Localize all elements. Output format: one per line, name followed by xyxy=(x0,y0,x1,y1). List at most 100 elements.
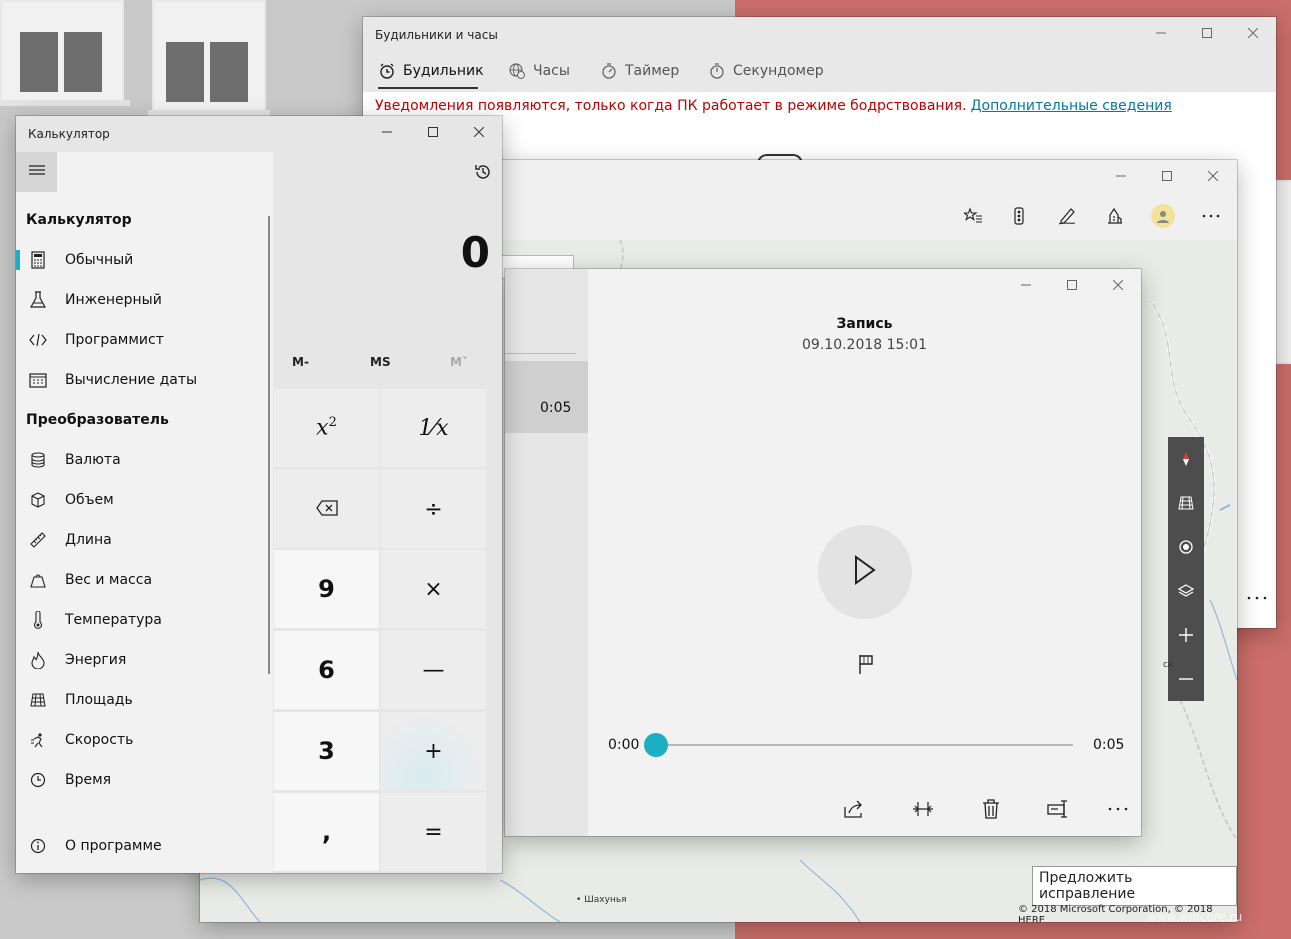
play-button[interactable] xyxy=(818,525,912,619)
nav-item-energy[interactable]: Энергия xyxy=(16,640,266,680)
seek-thumb[interactable] xyxy=(644,733,668,757)
recording-date: 09.10.2018 15:01 xyxy=(802,337,927,353)
map-place-label: ск xyxy=(1163,660,1174,670)
3d-cities-icon[interactable] xyxy=(1104,205,1126,227)
seek-track[interactable] xyxy=(655,744,1073,746)
section-heading-converter: Преобразователь xyxy=(26,412,169,428)
nav-item-length[interactable]: Длина xyxy=(16,520,266,560)
delete-icon[interactable] xyxy=(978,796,1004,822)
reciprocal-button[interactable]: 1⁄x xyxy=(381,389,486,467)
minimize-button[interactable] xyxy=(1098,160,1144,192)
nav-item-temperature[interactable]: Температура xyxy=(16,600,266,640)
nav-item-time[interactable]: Время xyxy=(16,760,266,800)
more-icon[interactable] xyxy=(1200,205,1222,227)
tilt-icon[interactable] xyxy=(1168,481,1204,525)
divide-button[interactable]: ÷ xyxy=(381,470,486,548)
close-button[interactable] xyxy=(456,116,502,148)
more-icon[interactable] xyxy=(1237,583,1277,613)
nav-item-speed[interactable]: Скорость xyxy=(16,720,266,760)
area-icon xyxy=(29,691,47,709)
map-controls xyxy=(1168,437,1204,701)
section-heading-calculator: Калькулятор xyxy=(26,212,132,228)
maximize-button[interactable] xyxy=(1144,160,1190,192)
tab-label: Часы xyxy=(533,63,570,79)
nav-item-about[interactable]: О программе xyxy=(16,826,266,866)
account-icon[interactable] xyxy=(1151,204,1175,228)
close-button[interactable] xyxy=(1190,160,1236,192)
wallpaper-window xyxy=(0,0,124,104)
layers-icon[interactable] xyxy=(1168,569,1204,613)
minimize-button[interactable] xyxy=(364,116,410,148)
flag-icon xyxy=(857,654,875,678)
favorites-icon[interactable] xyxy=(962,205,984,227)
cube-icon xyxy=(29,491,47,509)
digit-9-button[interactable]: 9 xyxy=(274,550,379,628)
compass-icon[interactable] xyxy=(1168,437,1204,481)
memory-subtract-button[interactable]: M- xyxy=(292,355,309,369)
window-title: Будильники и часы xyxy=(375,28,498,42)
backspace-icon xyxy=(315,497,338,522)
thermometer-icon xyxy=(29,611,47,629)
watermark: www.wincore.ru xyxy=(1147,910,1243,924)
minimize-button[interactable] xyxy=(1138,17,1184,49)
minimize-button[interactable] xyxy=(1003,269,1049,301)
timer-icon xyxy=(600,62,618,80)
tab-timer[interactable]: Таймер xyxy=(600,62,679,80)
equals-button[interactable]: = xyxy=(381,793,486,871)
traffic-icon[interactable] xyxy=(1008,205,1030,227)
recording-list-item[interactable] xyxy=(505,361,588,433)
maximize-button[interactable] xyxy=(1184,17,1230,49)
voice-recorder-window: 0:05 Запись 09.10.2018 15:01 0:00 0:05 xyxy=(505,269,1141,836)
close-button[interactable] xyxy=(1095,269,1141,301)
total-time: 0:05 xyxy=(1093,737,1125,753)
digit-3-button[interactable]: 3 xyxy=(274,712,379,790)
nav-item-scientific[interactable]: Инженерный xyxy=(16,280,266,320)
nav-item-area[interactable]: Площадь xyxy=(16,680,266,720)
more-info-link[interactable]: Дополнительные сведения xyxy=(971,98,1172,114)
zoom-in-icon[interactable] xyxy=(1168,613,1204,657)
trim-icon[interactable] xyxy=(910,796,936,822)
share-icon[interactable] xyxy=(841,796,867,822)
clock-icon xyxy=(29,771,47,789)
decimal-button[interactable]: , xyxy=(274,793,379,871)
square-button[interactable]: x2 xyxy=(274,389,379,467)
nav-item-weight[interactable]: Вес и масса xyxy=(16,560,266,600)
elapsed-time: 0:00 xyxy=(608,737,640,753)
add-marker-button[interactable] xyxy=(855,655,877,677)
ruler-icon xyxy=(29,531,47,549)
recording-duration: 0:05 xyxy=(540,400,572,416)
memory-list-button[interactable]: M˅ xyxy=(450,355,468,369)
more-icon[interactable] xyxy=(1105,796,1131,822)
weight-icon xyxy=(29,571,47,589)
rename-icon[interactable] xyxy=(1046,796,1072,822)
hamburger-menu-button[interactable] xyxy=(16,152,57,192)
tab-alarm[interactable]: Будильник xyxy=(378,62,484,80)
location-icon[interactable] xyxy=(1168,525,1204,569)
tab-stopwatch[interactable]: Секундомер xyxy=(708,62,824,80)
play-icon xyxy=(853,555,877,589)
nav-item-volume[interactable]: Объем xyxy=(16,480,266,520)
tab-clock[interactable]: Часы xyxy=(508,62,570,80)
ink-icon[interactable] xyxy=(1056,205,1078,227)
memory-store-button[interactable]: MS xyxy=(370,355,391,369)
add-button[interactable]: + xyxy=(381,712,486,790)
nav-item-standard[interactable]: Обычный xyxy=(16,240,266,280)
nav-item-date-calculation[interactable]: Вычисление даты xyxy=(16,360,266,400)
wallpaper-window xyxy=(152,0,266,114)
map-place-label: • Шахунья xyxy=(576,895,627,905)
suggest-correction-button[interactable]: Предложить исправление xyxy=(1032,866,1237,906)
maximize-button[interactable] xyxy=(410,116,456,148)
subtract-button[interactable]: — xyxy=(381,631,486,709)
nav-scrollbar[interactable] xyxy=(268,216,270,674)
multiply-button[interactable]: × xyxy=(381,550,486,628)
close-button[interactable] xyxy=(1230,17,1276,49)
digit-6-button[interactable]: 6 xyxy=(274,631,379,709)
nav-item-currency[interactable]: Валюта xyxy=(16,440,266,480)
backspace-button[interactable] xyxy=(274,470,379,548)
maximize-button[interactable] xyxy=(1049,269,1095,301)
nav-item-programmer[interactable]: Программист xyxy=(16,320,266,360)
active-tab-indicator xyxy=(378,87,478,89)
history-icon[interactable] xyxy=(472,161,494,183)
zoom-out-icon[interactable] xyxy=(1168,657,1204,701)
notice-text: Уведомления появляются, только когда ПК … xyxy=(375,98,967,114)
